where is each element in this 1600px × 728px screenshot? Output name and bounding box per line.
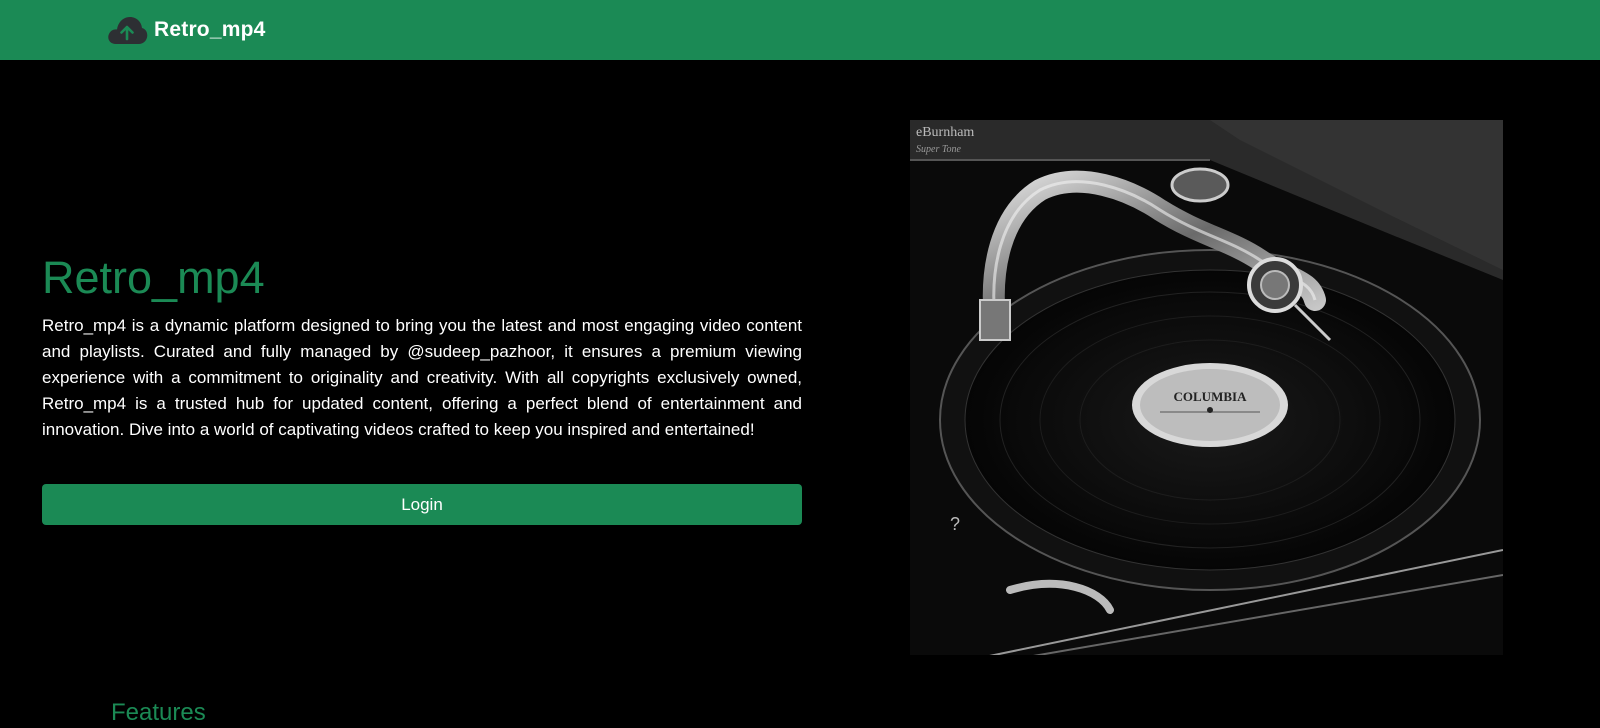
image-brand-text: eBurnham: [916, 125, 974, 140]
hero-image-gramophone: eBurnham Super Tone COLUMBIA ?: [910, 120, 1503, 655]
image-label-text: COLUMBIA: [1174, 389, 1248, 404]
features-heading: Features: [111, 699, 206, 726]
image-mark-text: ?: [950, 514, 960, 534]
hero-description: Retro_mp4 is a dynamic platform designed…: [42, 316, 802, 439]
brand-link[interactable]: Retro_mp4: [106, 14, 266, 46]
image-brand-subtext: Super Tone: [916, 144, 961, 155]
cloud-upload-icon: [106, 14, 148, 46]
hero-title: Retro_mp4: [42, 252, 265, 303]
brand-text: Retro_mp4: [154, 18, 266, 41]
navbar: Retro_mp4: [0, 0, 1600, 60]
login-button[interactable]: Login: [42, 484, 802, 525]
